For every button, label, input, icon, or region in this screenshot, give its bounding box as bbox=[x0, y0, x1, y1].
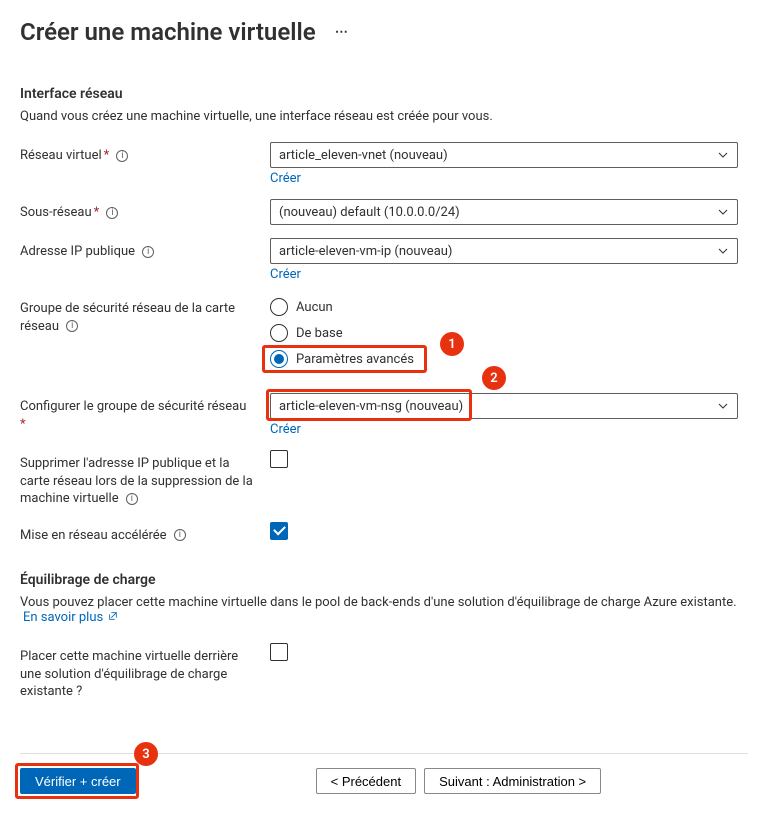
more-actions-button[interactable]: ⋯ bbox=[335, 25, 350, 40]
create-vnet-link[interactable]: Créer bbox=[270, 171, 301, 186]
place-behind-lb-checkbox[interactable] bbox=[270, 643, 288, 661]
chevron-down-icon bbox=[717, 400, 729, 412]
info-icon[interactable]: i bbox=[66, 320, 78, 332]
subnet-value: (nouveau) default (10.0.0.0/24) bbox=[279, 205, 460, 220]
label-public-ip: Adresse IP publique i bbox=[20, 238, 270, 261]
learn-more-link[interactable]: En savoir plus bbox=[23, 610, 118, 625]
info-icon[interactable]: i bbox=[142, 246, 154, 258]
label-place-behind-lb: Placer cette machine virtuelle derrière … bbox=[20, 643, 270, 701]
label-virtual-network: Réseau virtuel* i bbox=[20, 142, 270, 165]
configure-nsg-select[interactable]: article-eleven-vm-nsg (nouveau) bbox=[270, 393, 738, 419]
label-configure-nsg: Configurer le groupe de sécurité réseau* bbox=[20, 393, 270, 433]
delete-public-ip-checkbox[interactable] bbox=[270, 450, 288, 468]
accelerated-networking-checkbox[interactable] bbox=[270, 522, 288, 540]
label-subnet: Sous-réseau* i bbox=[20, 199, 270, 222]
virtual-network-select[interactable]: article_eleven-vnet (nouveau) bbox=[270, 142, 738, 168]
chevron-down-icon bbox=[717, 149, 729, 161]
next-button[interactable]: Suivant : Administration > bbox=[424, 768, 601, 794]
public-ip-select[interactable]: article-eleven-vm-ip (nouveau) bbox=[270, 238, 738, 264]
create-nsg-link[interactable]: Créer bbox=[270, 422, 301, 437]
section-interface-desc: Quand vous créez une machine virtuelle, … bbox=[20, 109, 748, 124]
radio-icon-selected bbox=[270, 350, 288, 368]
create-public-ip-link[interactable]: Créer bbox=[270, 267, 301, 282]
section-interface-title: Interface réseau bbox=[20, 86, 748, 102]
chevron-down-icon bbox=[717, 206, 729, 218]
page-title: Créer une machine virtuelle bbox=[20, 18, 316, 46]
label-accelerated-networking: Mise en réseau accélérée i bbox=[20, 522, 270, 545]
info-icon[interactable]: i bbox=[126, 493, 138, 505]
external-link-icon bbox=[105, 610, 118, 625]
info-icon[interactable]: i bbox=[106, 207, 118, 219]
radio-icon bbox=[270, 324, 288, 342]
public-ip-value: article-eleven-vm-ip (nouveau) bbox=[279, 244, 452, 259]
info-icon[interactable]: i bbox=[116, 150, 128, 162]
chevron-down-icon bbox=[717, 245, 729, 257]
virtual-network-value: article_eleven-vnet (nouveau) bbox=[279, 148, 448, 163]
section-loadbalancing-title: Équilibrage de charge bbox=[20, 572, 748, 588]
label-nic-nsg: Groupe de sécurité réseau de la carte ré… bbox=[20, 295, 270, 335]
radio-nsg-basic[interactable]: De base bbox=[270, 321, 738, 345]
section-loadbalancing-desc: Vous pouvez placer cette machine virtuel… bbox=[20, 595, 748, 625]
radio-nsg-advanced[interactable]: Paramètres avancés bbox=[270, 347, 738, 371]
verify-create-button[interactable]: Vérifier + créer bbox=[20, 768, 136, 794]
info-icon[interactable]: i bbox=[174, 529, 186, 541]
label-delete-public-ip: Supprimer l'adresse IP publique et la ca… bbox=[20, 450, 270, 508]
previous-button[interactable]: < Précédent bbox=[316, 768, 416, 794]
radio-icon bbox=[270, 298, 288, 316]
subnet-select[interactable]: (nouveau) default (10.0.0.0/24) bbox=[270, 199, 738, 225]
annotation-bubble-3: 3 bbox=[134, 742, 158, 766]
configure-nsg-value: article-eleven-vm-nsg (nouveau) bbox=[279, 399, 463, 414]
radio-nsg-none[interactable]: Aucun bbox=[270, 295, 738, 319]
